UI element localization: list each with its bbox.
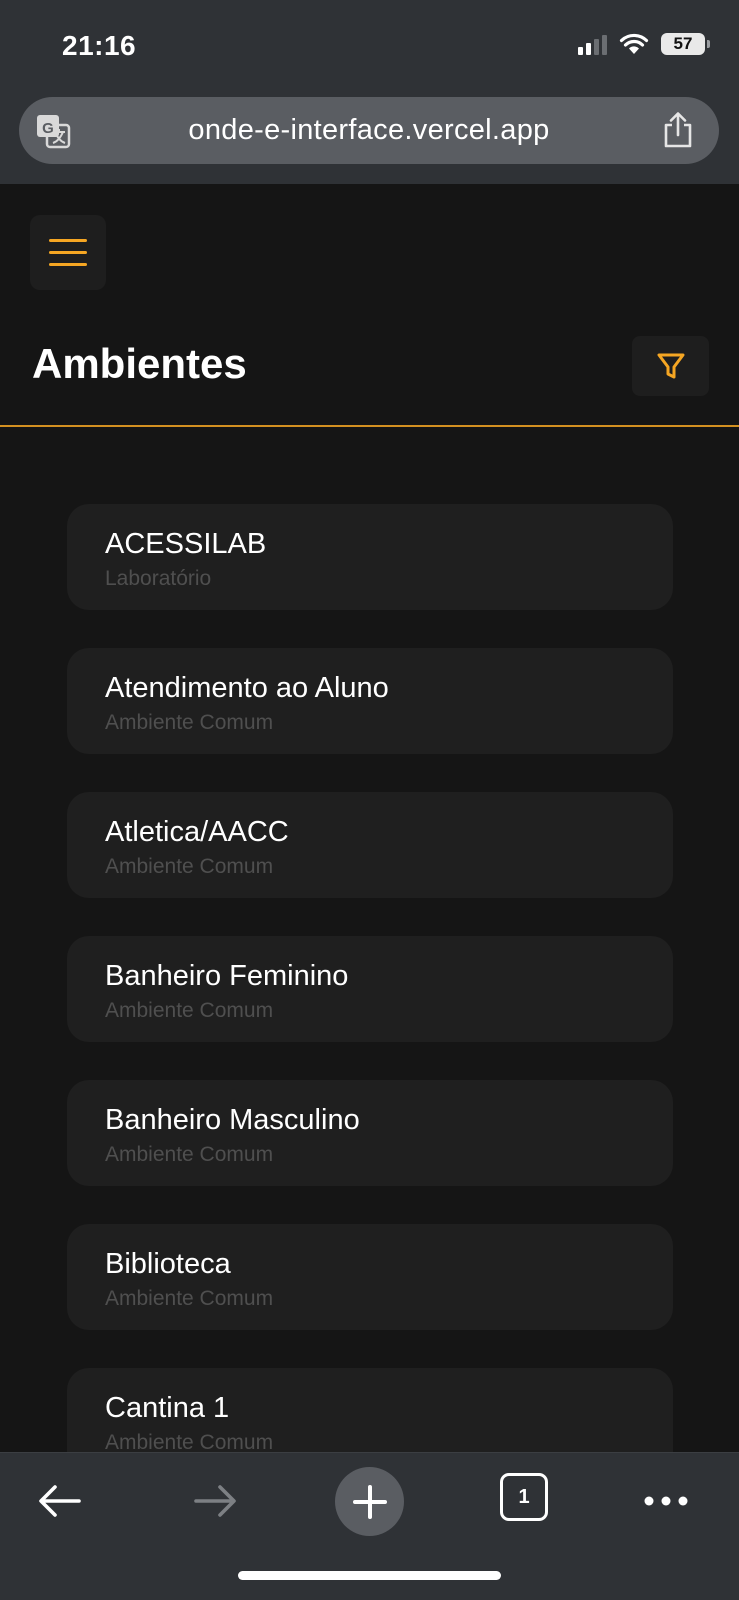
tab-switcher-button[interactable]: 1 (500, 1473, 548, 1521)
filter-button[interactable] (632, 336, 709, 396)
plus-icon (352, 1484, 387, 1519)
room-type: Ambiente Comum (105, 999, 274, 1022)
new-tab-button[interactable] (335, 1467, 404, 1536)
url-text[interactable]: onde-e-interface.vercel.app (188, 114, 549, 147)
translate-icon[interactable]: G (35, 113, 71, 149)
room-name: Banheiro Feminino (105, 960, 349, 992)
hamburger-menu-button[interactable] (30, 215, 106, 290)
status-icons: 57 (578, 33, 710, 55)
home-indicator[interactable] (238, 1571, 501, 1580)
room-name: Atendimento ao Aluno (105, 672, 389, 704)
room-type: Ambiente Comum (105, 711, 274, 734)
room-type: Ambiente Comum (105, 1431, 274, 1452)
filter-icon (657, 353, 684, 379)
list-item[interactable]: ACESSILAB Laboratório (67, 504, 673, 610)
battery-indicator: 57 (661, 33, 710, 55)
arrow-right-icon (194, 1485, 236, 1517)
room-type: Ambiente Comum (105, 855, 274, 878)
room-name: Cantina 1 (105, 1392, 230, 1424)
wifi-icon (619, 33, 649, 54)
cellular-signal-icon (578, 33, 607, 55)
hamburger-icon (49, 239, 87, 242)
page-title: Ambientes (32, 340, 247, 387)
arrow-left-icon (39, 1485, 81, 1517)
room-type: Laboratório (105, 567, 212, 590)
list-item[interactable]: Atletica/AACC Ambiente Comum (67, 792, 673, 898)
list-item[interactable]: Cantina 1 Ambiente Comum (67, 1368, 673, 1452)
browser-top-chrome: 21:16 57 G onde-e-interface.vercel.app (0, 0, 739, 184)
room-name: Banheiro Masculino (105, 1104, 360, 1136)
svg-text:G: G (42, 120, 54, 137)
room-name: Biblioteca (105, 1248, 231, 1280)
room-name: ACESSILAB (105, 528, 267, 560)
address-bar[interactable]: G onde-e-interface.vercel.app (19, 97, 719, 164)
room-list: ACESSILAB Laboratório Atendimento ao Alu… (67, 504, 673, 1452)
share-icon[interactable] (661, 111, 695, 149)
list-item[interactable]: Atendimento ao Aluno Ambiente Comum (67, 648, 673, 754)
more-icon (644, 1496, 688, 1506)
forward-button[interactable] (185, 1473, 245, 1529)
list-item[interactable]: Banheiro Masculino Ambiente Comum (67, 1080, 673, 1186)
room-type: Ambiente Comum (105, 1287, 274, 1310)
more-button[interactable] (636, 1473, 696, 1529)
status-time: 21:16 (62, 30, 137, 61)
room-list-viewport[interactable]: ACESSILAB Laboratório Atendimento ao Alu… (0, 427, 739, 1452)
list-item[interactable]: Biblioteca Ambiente Comum (67, 1224, 673, 1330)
back-button[interactable] (30, 1473, 90, 1529)
room-type: Ambiente Comum (105, 1143, 274, 1166)
hamburger-icon-line (49, 251, 87, 254)
list-item[interactable]: Banheiro Feminino Ambiente Comum (67, 936, 673, 1042)
hamburger-icon-line (49, 263, 87, 266)
room-name: Atletica/AACC (105, 816, 289, 848)
